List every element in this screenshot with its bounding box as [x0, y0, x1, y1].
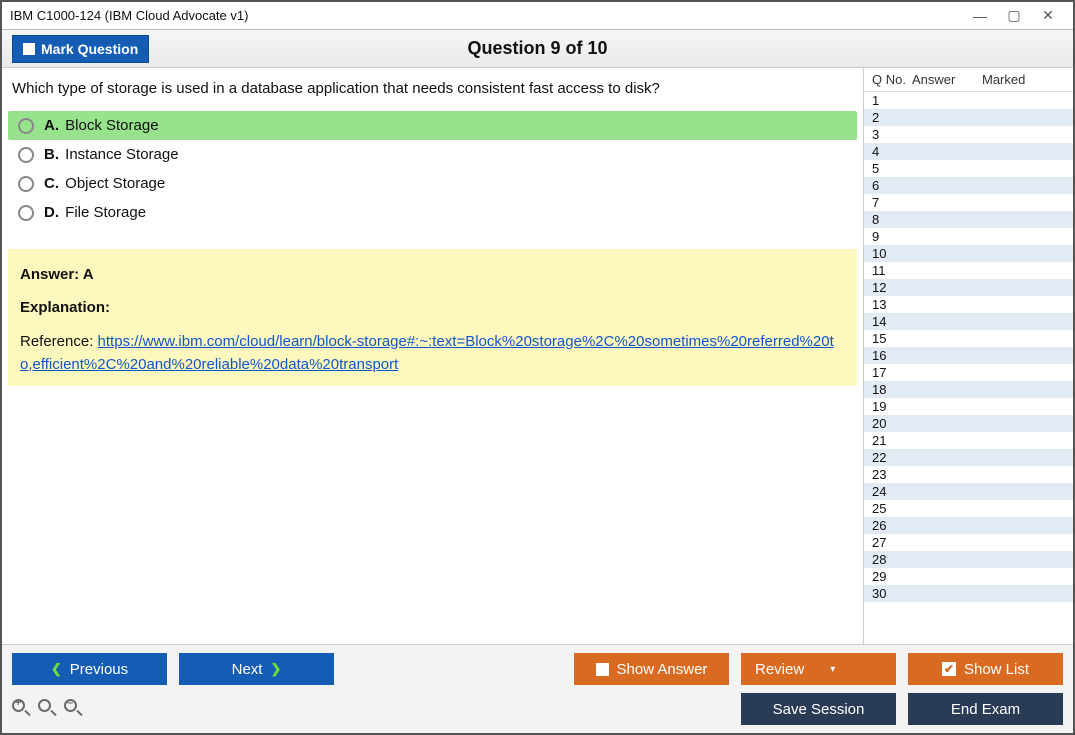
- close-icon[interactable]: ✕: [1031, 5, 1065, 27]
- mark-question-button[interactable]: Mark Question: [12, 35, 149, 63]
- question-row[interactable]: 3: [864, 126, 1073, 143]
- question-row[interactable]: 27: [864, 534, 1073, 551]
- check-icon: ✔: [942, 662, 956, 676]
- question-row[interactable]: 11: [864, 262, 1073, 279]
- question-text: Which type of storage is used in a datab…: [2, 68, 863, 111]
- question-counter: Question 9 of 10: [2, 38, 1073, 59]
- explanation-label: Explanation:: [20, 296, 845, 319]
- options-list: A. Block StorageB. Instance StorageC. Ob…: [2, 111, 863, 227]
- question-row[interactable]: 6: [864, 177, 1073, 194]
- app-window: IBM C1000-124 (IBM Cloud Advocate v1) — …: [0, 0, 1075, 735]
- option-D[interactable]: D. File Storage: [8, 198, 857, 227]
- maximize-icon[interactable]: ▢: [997, 5, 1031, 27]
- save-session-label: Save Session: [773, 701, 865, 718]
- minimize-icon[interactable]: —: [963, 5, 997, 27]
- question-row[interactable]: 26: [864, 517, 1073, 534]
- previous-button[interactable]: ❮ Previous: [12, 653, 167, 685]
- question-row[interactable]: 1: [864, 92, 1073, 109]
- previous-label: Previous: [70, 661, 128, 678]
- next-button[interactable]: Next ❯: [179, 653, 334, 685]
- save-session-button[interactable]: Save Session: [741, 693, 896, 725]
- mark-question-label: Mark Question: [41, 41, 138, 57]
- question-row[interactable]: 2: [864, 109, 1073, 126]
- question-row[interactable]: 7: [864, 194, 1073, 211]
- question-row[interactable]: 4: [864, 143, 1073, 160]
- question-row[interactable]: 15: [864, 330, 1073, 347]
- zoom-out-icon[interactable]: –: [64, 699, 84, 719]
- next-label: Next: [232, 661, 263, 678]
- checkbox-icon: [23, 43, 35, 55]
- reference-link[interactable]: https://www.ibm.com/cloud/learn/block-st…: [20, 333, 834, 373]
- review-label: Review: [755, 661, 804, 678]
- question-row[interactable]: 14: [864, 313, 1073, 330]
- show-list-label: Show List: [964, 661, 1029, 678]
- review-button[interactable]: Review ▾: [741, 653, 896, 685]
- question-row[interactable]: 5: [864, 160, 1073, 177]
- question-row[interactable]: 30: [864, 585, 1073, 602]
- radio-icon: [18, 205, 34, 221]
- radio-icon: [18, 118, 34, 134]
- answer-box: Answer: A Explanation: Reference: https:…: [8, 249, 857, 386]
- show-list-button[interactable]: ✔ Show List: [908, 653, 1063, 685]
- checkbox-icon: [596, 663, 609, 676]
- reference-prefix: Reference:: [20, 333, 98, 350]
- chevron-left-icon: ❮: [51, 661, 62, 677]
- radio-icon: [18, 176, 34, 192]
- question-row[interactable]: 23: [864, 466, 1073, 483]
- question-row[interactable]: 13: [864, 296, 1073, 313]
- zoom-reset-icon[interactable]: +: [12, 699, 32, 719]
- zoom-controls: + –: [12, 699, 84, 719]
- question-row[interactable]: 17: [864, 364, 1073, 381]
- header-qno: Q No.: [872, 72, 912, 87]
- question-row[interactable]: 12: [864, 279, 1073, 296]
- main-panel: Which type of storage is used in a datab…: [2, 68, 863, 644]
- show-answer-button[interactable]: Show Answer: [574, 653, 729, 685]
- zoom-in-icon[interactable]: [38, 699, 58, 719]
- titlebar: IBM C1000-124 (IBM Cloud Advocate v1) — …: [2, 2, 1073, 30]
- question-row[interactable]: 10: [864, 245, 1073, 262]
- answer-label: Answer: A: [20, 263, 845, 286]
- question-list-panel: Q No. Answer Marked 12345678910111213141…: [863, 68, 1073, 644]
- question-row[interactable]: 19: [864, 398, 1073, 415]
- option-C[interactable]: C. Object Storage: [8, 169, 857, 198]
- question-row[interactable]: 9: [864, 228, 1073, 245]
- end-exam-label: End Exam: [951, 701, 1020, 718]
- question-row[interactable]: 8: [864, 211, 1073, 228]
- question-row[interactable]: 20: [864, 415, 1073, 432]
- question-list-header: Q No. Answer Marked: [864, 68, 1073, 92]
- header-answer: Answer: [912, 72, 982, 87]
- question-row[interactable]: 21: [864, 432, 1073, 449]
- question-row[interactable]: 16: [864, 347, 1073, 364]
- question-row[interactable]: 28: [864, 551, 1073, 568]
- question-row[interactable]: 18: [864, 381, 1073, 398]
- question-row[interactable]: 22: [864, 449, 1073, 466]
- topbar: Mark Question Question 9 of 10: [2, 30, 1073, 68]
- dropdown-icon: ▾: [830, 664, 835, 675]
- end-exam-button[interactable]: End Exam: [908, 693, 1063, 725]
- radio-icon: [18, 147, 34, 163]
- show-answer-label: Show Answer: [617, 661, 708, 678]
- option-A[interactable]: A. Block Storage: [8, 111, 857, 140]
- question-row[interactable]: 25: [864, 500, 1073, 517]
- window-title: IBM C1000-124 (IBM Cloud Advocate v1): [10, 8, 248, 23]
- question-row[interactable]: 29: [864, 568, 1073, 585]
- footer: ❮ Previous Next ❯ Show Answer Review ▾ ✔…: [2, 644, 1073, 733]
- reference-line: Reference: https://www.ibm.com/cloud/lea…: [20, 330, 845, 377]
- header-marked: Marked: [982, 72, 1067, 87]
- chevron-right-icon: ❯: [270, 661, 281, 677]
- option-B[interactable]: B. Instance Storage: [8, 140, 857, 169]
- question-list[interactable]: 1234567891011121314151617181920212223242…: [864, 92, 1073, 644]
- question-row[interactable]: 24: [864, 483, 1073, 500]
